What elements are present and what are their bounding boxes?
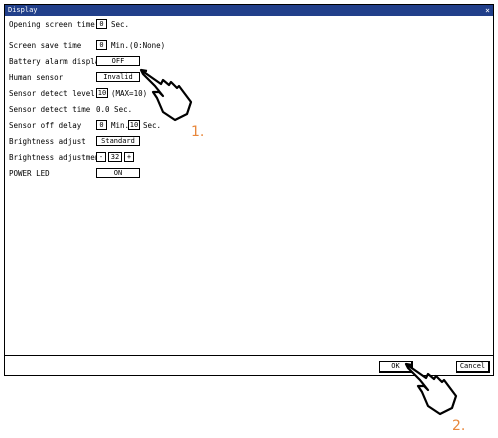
battery-alarm-display-label: Battery alarm display <box>9 57 104 66</box>
screen-save-time-label: Screen save time <box>9 41 82 50</box>
sensor-detect-time-value: 0.0 Sec. <box>96 105 133 114</box>
brightness-increase-button[interactable]: + <box>124 152 134 162</box>
power-led-button[interactable]: ON <box>96 168 140 178</box>
pointing-hand-icon <box>404 362 458 416</box>
power-led-label: POWER LED <box>9 169 50 178</box>
sensor-off-delay-label: Sensor off delay <box>9 121 82 130</box>
brightness-decrease-button[interactable]: - <box>96 152 106 162</box>
window-title: Display <box>8 6 38 14</box>
pointing-hand-icon <box>139 68 193 122</box>
callout-step-1: 1. <box>191 124 205 140</box>
opening-screen-time-label: Opening screen time <box>9 20 95 29</box>
sensor-off-delay-min-unit: Min. <box>111 121 130 130</box>
brightness-adjust-label: Brightness adjust <box>9 137 86 146</box>
display-settings-window: Display × Opening screen time 0 Sec. Scr… <box>4 4 494 376</box>
sensor-detect-level-label: Sensor detect level <box>9 89 95 98</box>
close-icon[interactable]: × <box>485 6 490 15</box>
battery-alarm-display-button[interactable]: OFF <box>96 56 140 66</box>
screen-save-time-field[interactable]: 0 <box>96 40 107 50</box>
brightness-adjustment-label: Brightness adjustment <box>9 153 104 162</box>
opening-screen-time-field[interactable]: 0 <box>96 19 107 29</box>
sensor-detect-time-label: Sensor detect time <box>9 105 91 114</box>
screen-save-time-unit: Min.(0:None) <box>111 41 166 50</box>
opening-screen-time-unit: Sec. <box>111 20 130 29</box>
callout-step-2: 2. <box>452 418 466 434</box>
human-sensor-button[interactable]: Invalid <box>96 72 140 82</box>
title-bar: Display × <box>5 5 493 16</box>
human-sensor-label: Human sensor <box>9 73 64 82</box>
brightness-adjust-button[interactable]: Standard <box>96 136 140 146</box>
sensor-detect-level-field[interactable]: 10 <box>96 88 108 98</box>
sensor-off-delay-min-field[interactable]: 0 <box>96 120 107 130</box>
footer-divider <box>5 355 493 356</box>
brightness-value-field[interactable]: 32 <box>108 152 122 162</box>
